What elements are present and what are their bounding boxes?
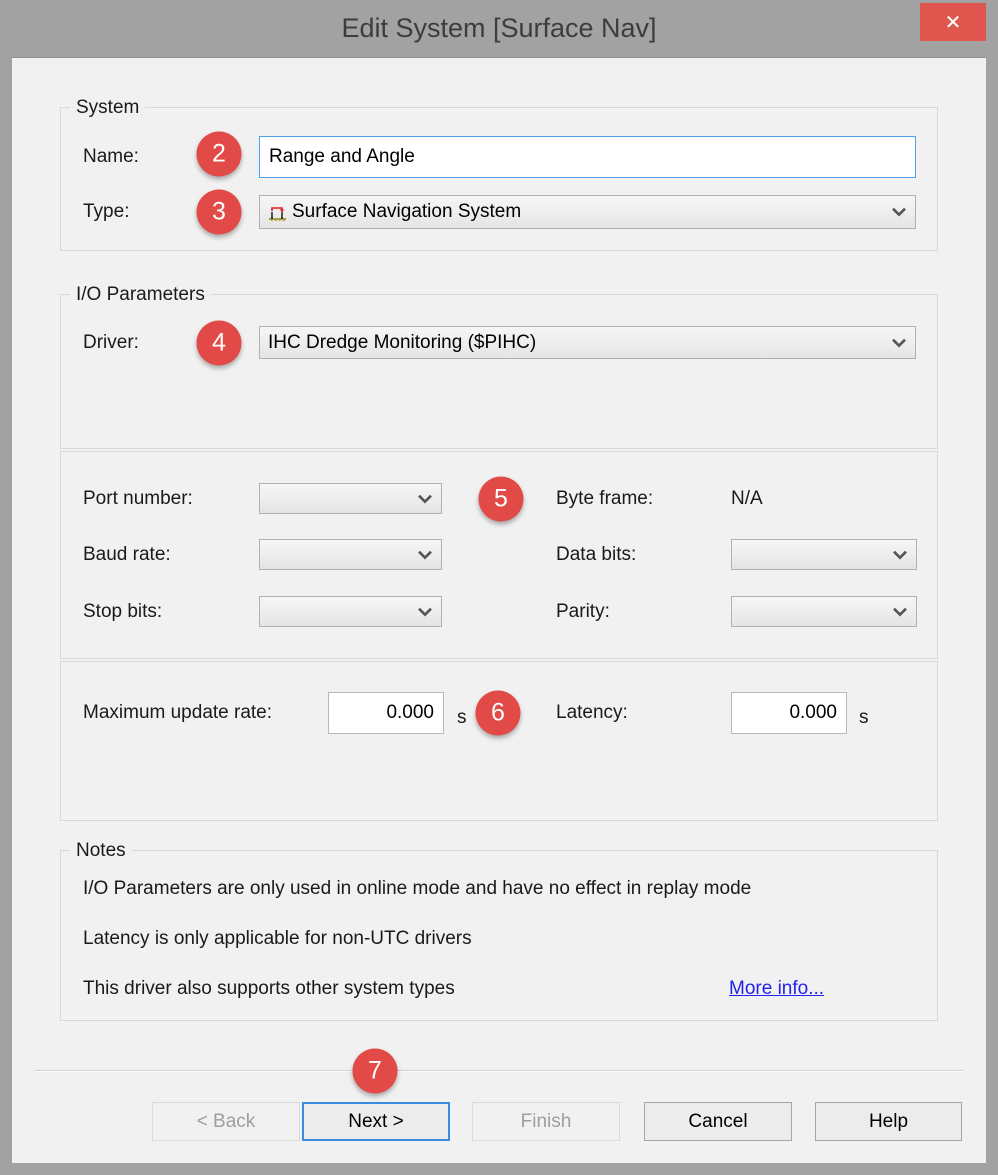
port-number-combobox[interactable] [259,483,442,514]
annotation-marker-4: 4 [197,321,242,366]
stop-bits-combobox[interactable] [259,596,442,627]
name-label: Name: [83,145,139,169]
io-parameters-group: I/O Parameters Driver: IHC Dredge Monito… [60,294,938,449]
data-bits-combobox[interactable] [731,539,917,570]
close-icon: ✕ [945,10,962,35]
max-update-rate-input[interactable] [328,692,444,734]
driver-label: Driver: [83,331,139,355]
name-input[interactable] [259,136,916,178]
baud-rate-label: Baud rate: [83,543,171,567]
type-value: Surface Navigation System [292,201,885,223]
baud-rate-combobox[interactable] [259,539,442,570]
titlebar: Edit System [Surface Nav] [0,0,998,57]
dialog-title: Edit System [Surface Nav] [341,13,656,44]
chevron-down-icon [417,550,433,560]
port-number-label: Port number: [83,487,193,511]
help-button[interactable]: Help [815,1102,962,1141]
timing-panel: Maximum update rate: s Latency: s 6 [60,661,938,821]
serial-settings-panel: Port number: Baud rate: Stop bits: [60,451,938,659]
driver-combobox[interactable]: IHC Dredge Monitoring ($PIHC) [259,326,916,359]
more-info-link[interactable]: More info... [729,977,824,1001]
byte-frame-label: Byte frame: [556,487,653,511]
type-label: Type: [83,200,129,224]
system-group-legend: System [70,96,145,120]
data-bits-label: Data bits: [556,543,636,567]
note-line-1: I/O Parameters are only used in online m… [83,877,751,901]
finish-button[interactable]: Finish [472,1102,620,1141]
close-button[interactable]: ✕ [920,3,986,41]
dialog-body: System Name: Type: Surface Navigation Sy… [12,57,986,1163]
chevron-down-icon [891,207,907,217]
chevron-down-icon [417,494,433,504]
max-update-rate-label: Maximum update rate: [83,701,272,725]
chevron-down-icon [891,338,907,348]
system-group: System Name: Type: Surface Navigation Sy… [60,107,938,251]
chevron-down-icon [892,607,908,617]
latency-input[interactable] [731,692,847,734]
annotation-marker-2: 2 [197,132,242,177]
annotation-marker-6: 6 [476,691,521,736]
byte-frame-value: N/A [731,487,763,511]
parity-label: Parity: [556,600,610,624]
cancel-button[interactable]: Cancel [644,1102,792,1141]
driver-value: IHC Dredge Monitoring ($PIHC) [268,332,885,354]
latency-label: Latency: [556,701,628,725]
annotation-marker-3: 3 [197,190,242,235]
next-button[interactable]: Next > [302,1102,450,1141]
stop-bits-label: Stop bits: [83,600,162,624]
io-parameters-legend: I/O Parameters [70,283,211,307]
max-update-rate-unit: s [457,706,467,730]
notes-group: Notes I/O Parameters are only used in on… [60,850,938,1021]
back-button[interactable]: < Back [152,1102,300,1141]
annotation-marker-5: 5 [479,477,524,522]
edit-system-dialog: Edit System [Surface Nav] ✕ System Name:… [0,0,998,1175]
chevron-down-icon [417,607,433,617]
note-line-2: Latency is only applicable for non-UTC d… [83,927,472,951]
annotation-marker-7: 7 [353,1049,398,1094]
surface-navigation-icon [268,203,287,222]
notes-legend: Notes [70,839,132,863]
type-combobox[interactable]: Surface Navigation System [259,195,916,229]
note-line-3: This driver also supports other system t… [83,977,455,1001]
latency-unit: s [859,706,869,730]
parity-combobox[interactable] [731,596,917,627]
chevron-down-icon [892,550,908,560]
button-separator [35,1070,963,1072]
